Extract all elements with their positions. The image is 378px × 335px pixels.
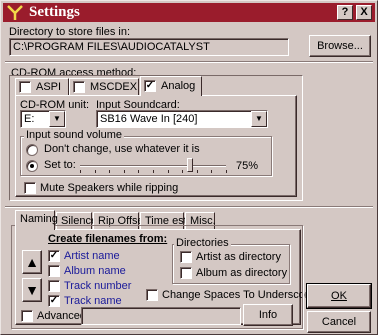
settings-window: Settings ? X Directory to store files in…	[0, 0, 378, 335]
tab-silence-label: Silence	[61, 215, 98, 227]
cancel-button[interactable]: Cancel	[307, 311, 371, 333]
soundcard-dropdown-icon[interactable]: ▼	[251, 111, 267, 127]
title-bar[interactable]: Settings ? X	[3, 3, 375, 22]
slider-tick	[109, 170, 110, 173]
mscdex-label: MSCDEX	[90, 81, 138, 93]
artist-dir-label: Artist as directory	[196, 251, 281, 263]
ok-button[interactable]: OK	[306, 283, 372, 309]
track-name-checkbox[interactable]: ✓	[48, 295, 60, 307]
mute-label: Mute Speakers while ripping	[40, 182, 179, 194]
tab-mscdex[interactable]: MSCDEX	[69, 78, 139, 96]
window-title: Settings	[29, 4, 80, 20]
move-down-arrow-icon[interactable]: ▼	[22, 278, 42, 302]
track-number-checkbox[interactable]	[48, 280, 60, 292]
create-filenames-label: Create filenames from:	[48, 233, 168, 245]
advanced-checkbox[interactable]	[21, 310, 33, 322]
slider-tick	[124, 170, 125, 173]
slider-tick	[211, 170, 212, 173]
tab-misc-label: Misc.	[190, 215, 216, 227]
volume-slider-ticks	[80, 170, 227, 173]
slider-tick	[80, 170, 81, 173]
browse-button[interactable]: Browse...	[309, 35, 371, 57]
slider-tick	[168, 170, 169, 173]
analog-checkbox[interactable]: ✓	[144, 80, 156, 92]
mscdex-checkbox[interactable]	[73, 81, 85, 93]
aspi-checkbox[interactable]	[19, 81, 31, 93]
soundcard-value: SB16 Wave In [240]	[100, 113, 198, 125]
analog-panel: CD-ROM unit: E: ▼ Input Soundcard: SB16 …	[15, 95, 297, 197]
volume-slider-track[interactable]	[80, 165, 226, 167]
album-dir-checkbox[interactable]	[180, 267, 192, 279]
spaces-underscores-checkbox[interactable]	[146, 289, 158, 301]
advanced-label: Advanced	[37, 310, 86, 322]
slider-tick	[138, 170, 139, 173]
mute-checkbox[interactable]	[24, 182, 36, 194]
volume-percent: 75%	[236, 160, 259, 172]
cdrom-unit-dropdown-icon[interactable]: ▼	[49, 111, 65, 127]
tab-silence[interactable]: Silence	[56, 212, 97, 230]
artist-name-label: Artist name	[64, 250, 120, 262]
aspi-label: ASPI	[36, 81, 62, 93]
tab-naming[interactable]: Naming	[15, 210, 58, 230]
tab-aspi[interactable]: ASPI	[15, 78, 69, 96]
separator	[5, 61, 373, 62]
volume-frame-label: Input sound volume	[24, 129, 125, 141]
artist-name-checkbox[interactable]: ✓	[48, 250, 60, 262]
spaces-underscores-label: Change Spaces To Underscores	[162, 289, 321, 301]
cdrom-unit-value: E:	[24, 113, 35, 125]
album-name-label: Album name	[64, 265, 126, 277]
slider-tick	[197, 170, 198, 173]
soundcard-select[interactable]: SB16 Wave In [240]	[96, 110, 268, 128]
slider-tick	[226, 170, 227, 173]
move-up-arrow-icon[interactable]: ▲	[22, 250, 42, 274]
tab-time-est-label: Time est.	[145, 215, 190, 227]
volume-option-setto-radio[interactable]	[26, 160, 38, 172]
slider-tick	[153, 170, 154, 173]
help-button[interactable]: ?	[337, 5, 353, 20]
directories-label: Directories	[174, 237, 231, 249]
volume-slider-thumb[interactable]	[186, 158, 193, 172]
radio-selected-dot	[30, 164, 34, 168]
tab-time-est[interactable]: Time est.	[140, 212, 190, 230]
artist-dir-checkbox[interactable]	[180, 251, 192, 263]
track-number-label: Track number	[64, 280, 132, 292]
advanced-field[interactable]	[81, 307, 241, 325]
slider-tick	[95, 170, 96, 173]
volume-option-setto-label: Set to:	[44, 159, 76, 171]
volume-option-dontchange-label: Don't change, use whatever it is	[44, 143, 200, 155]
tab-analog[interactable]: ✓ Analog	[140, 76, 202, 96]
tab-rip-offset[interactable]: Rip Offset	[93, 212, 147, 230]
directory-field[interactable]: C:\PROGRAM FILES\AUDIOCATALYST	[9, 38, 289, 56]
tab-naming-label: Naming	[20, 213, 58, 225]
close-button[interactable]: X	[356, 5, 372, 20]
volume-option-dontchange-radio[interactable]	[26, 144, 38, 156]
info-button[interactable]: Info	[243, 304, 293, 326]
analog-label: Analog	[161, 80, 196, 92]
slider-tick	[182, 170, 183, 173]
separator	[5, 206, 373, 207]
album-name-checkbox[interactable]	[48, 265, 60, 277]
app-logo-icon	[7, 5, 23, 20]
ok-label: OK	[331, 290, 347, 302]
album-dir-label: Album as directory	[196, 267, 288, 279]
tab-misc[interactable]: Misc.	[185, 212, 216, 230]
